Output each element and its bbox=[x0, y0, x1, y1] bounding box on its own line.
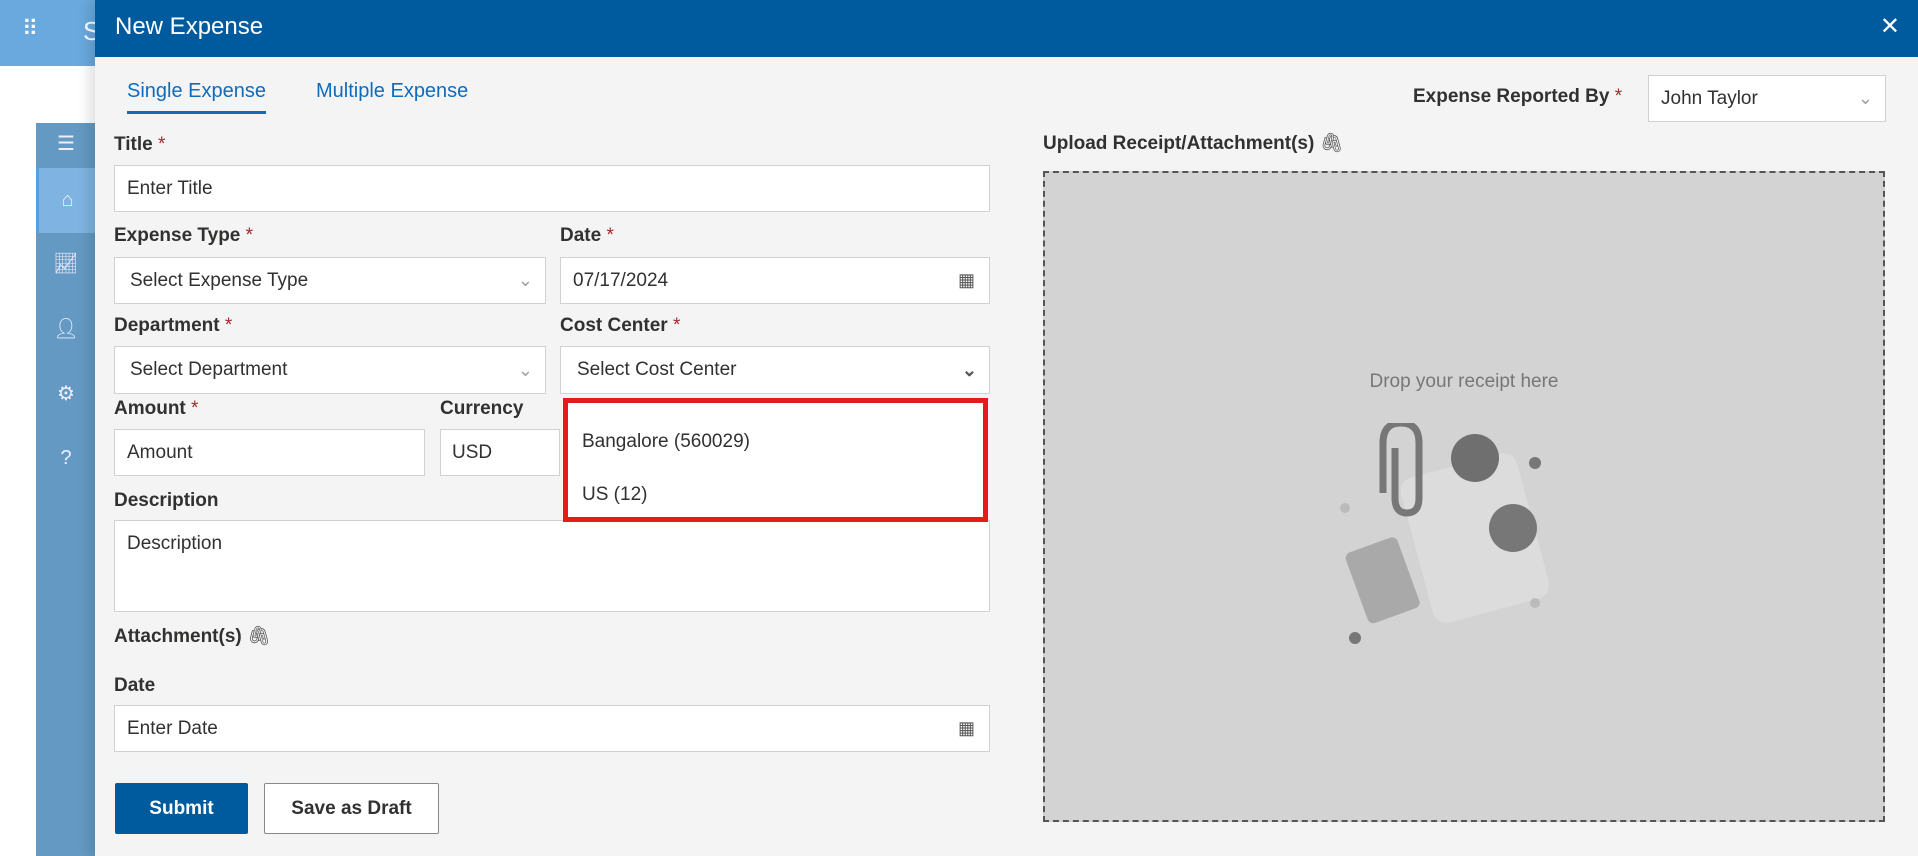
waffle-icon[interactable]: ⠿ bbox=[22, 18, 39, 40]
date2-input[interactable]: Enter Date ▦ bbox=[114, 705, 990, 752]
attachments-label: Attachment(s) 🖇︎ bbox=[114, 626, 272, 647]
panel-title: New Expense bbox=[115, 13, 264, 40]
title-input[interactable]: Enter Title bbox=[114, 165, 990, 212]
cost-center-options: Bangalore (560029) US (12) bbox=[563, 398, 988, 522]
cost-center-dropdown[interactable]: Select Cost Center ⌄ bbox=[560, 346, 990, 394]
department-dropdown[interactable]: Select Department ⌄ bbox=[114, 346, 546, 394]
paperclip-icon[interactable]: 🖇︎ bbox=[1320, 133, 1344, 154]
date-input[interactable]: 07/17/2024 ▦ bbox=[560, 257, 990, 304]
expense-type-label: Expense Type * bbox=[114, 225, 254, 246]
submit-button[interactable]: Submit bbox=[115, 783, 248, 834]
amount-input[interactable]: Amount bbox=[114, 429, 425, 476]
currency-dropdown[interactable]: USD bbox=[440, 429, 560, 476]
sidebar: ☰ ⌂ 📈︎ 👤︎ ⚙ ? bbox=[36, 123, 96, 856]
analytics-icon[interactable]: 📈︎ bbox=[36, 233, 96, 293]
help-icon[interactable]: ? bbox=[36, 428, 96, 488]
save-draft-button[interactable]: Save as Draft bbox=[264, 783, 439, 834]
expense-type-dropdown[interactable]: Select Expense Type ⌄ bbox=[114, 257, 546, 304]
user-settings-icon[interactable]: 👤︎ bbox=[36, 298, 96, 358]
chevron-down-icon: ⌄ bbox=[517, 359, 533, 380]
menu-icon[interactable]: ☰ bbox=[36, 123, 96, 163]
settings-icon[interactable]: ⚙ bbox=[36, 363, 96, 423]
chevron-down-icon: ⌄ bbox=[1857, 88, 1873, 108]
chevron-down-icon: ⌄ bbox=[961, 359, 977, 380]
date-label: Date * bbox=[560, 225, 614, 246]
description-textarea[interactable]: Description bbox=[114, 520, 990, 612]
reported-by-dropdown[interactable]: John Taylor ⌄ bbox=[1648, 75, 1886, 122]
description-label: Description bbox=[114, 490, 219, 511]
drop-text: Drop your receipt here bbox=[1369, 371, 1559, 392]
amount-label: Amount * bbox=[114, 398, 199, 419]
tab-single-expense[interactable]: Single Expense bbox=[127, 80, 266, 114]
receipt-illustration-icon bbox=[1340, 423, 1550, 644]
cost-center-label: Cost Center * bbox=[560, 315, 681, 336]
close-icon[interactable]: ✕ bbox=[1880, 12, 1900, 41]
paperclip-icon[interactable]: 🖇︎ bbox=[247, 626, 271, 647]
currency-label: Currency bbox=[440, 398, 524, 419]
reported-by-label: Expense Reported By * bbox=[1413, 86, 1623, 107]
new-expense-panel: New Expense ✕ Single Expense Multiple Ex… bbox=[95, 0, 1918, 856]
title-label: Title * bbox=[114, 134, 166, 155]
panel-header: New Expense ✕ bbox=[95, 0, 1918, 57]
date2-label: Date bbox=[114, 675, 156, 696]
receipt-dropzone[interactable]: Drop your receipt here bbox=[1043, 171, 1885, 822]
department-label: Department * bbox=[114, 315, 233, 336]
tab-multiple-expense[interactable]: Multiple Expense bbox=[316, 80, 468, 111]
upload-label: Upload Receipt/Attachment(s) 🖇︎ bbox=[1043, 133, 1344, 154]
option-bangalore[interactable]: Bangalore (560029) bbox=[582, 431, 750, 453]
calendar-icon[interactable]: ▦ bbox=[958, 270, 975, 291]
calendar-icon[interactable]: ▦ bbox=[958, 718, 975, 739]
option-us[interactable]: US (12) bbox=[582, 484, 647, 506]
chevron-down-icon: ⌄ bbox=[517, 270, 533, 290]
home-icon[interactable]: ⌂ bbox=[36, 168, 96, 233]
